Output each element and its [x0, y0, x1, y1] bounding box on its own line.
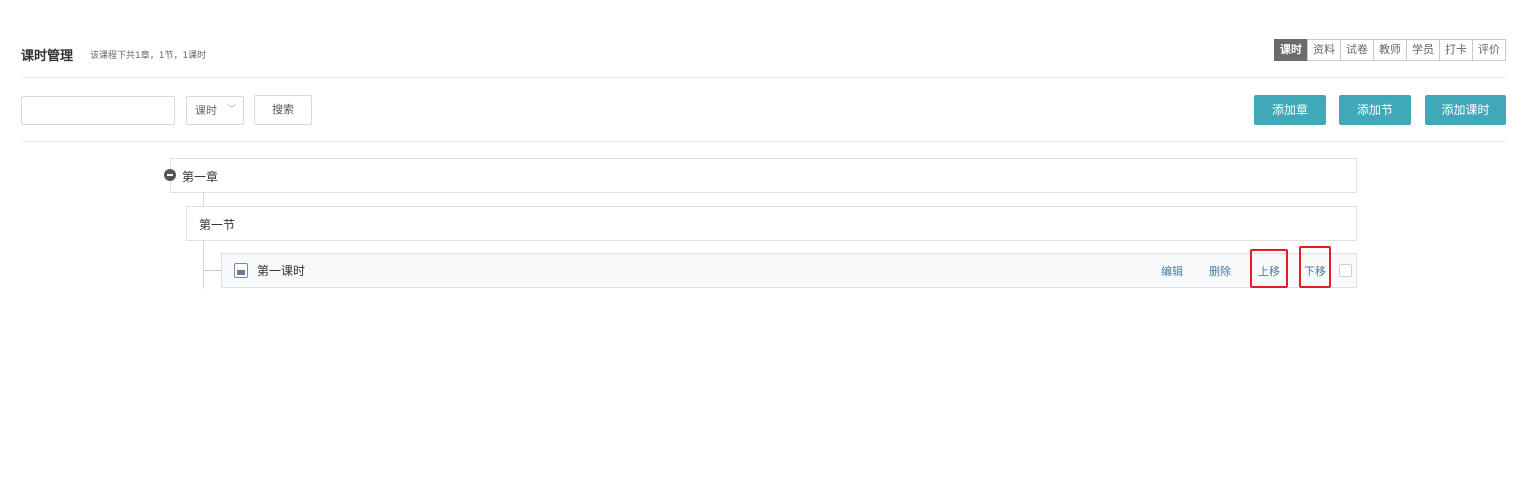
search-button[interactable]: 搜索	[254, 95, 312, 125]
tab-exams[interactable]: 试卷	[1340, 39, 1374, 61]
tab-students[interactable]: 学员	[1406, 39, 1440, 61]
chapter-row[interactable]	[170, 158, 1357, 193]
chapter-label: 第一章	[182, 170, 219, 184]
tree-branch-line	[203, 270, 221, 271]
type-select-value: 课时	[195, 104, 217, 117]
delete-link[interactable]: 删除	[1209, 263, 1231, 279]
tab-bar: 课时 资料 试卷 教师 学员 打卡 评价	[1274, 39, 1506, 61]
section-row[interactable]	[186, 206, 1357, 241]
section-label: 第一节	[199, 218, 236, 232]
tab-lessons[interactable]: 课时	[1274, 39, 1308, 61]
add-lesson-button[interactable]: 添加课时	[1425, 95, 1506, 125]
lesson-row[interactable]	[221, 253, 1357, 288]
tab-reviews[interactable]: 评价	[1472, 39, 1506, 61]
type-select[interactable]: 课时 ﹀	[186, 96, 244, 125]
lesson-label: 第一课时	[257, 264, 306, 278]
move-down-link[interactable]: 下移	[1304, 263, 1326, 279]
tab-materials[interactable]: 资料	[1307, 39, 1341, 61]
tab-teachers[interactable]: 教师	[1373, 39, 1407, 61]
chevron-down-icon: ﹀	[226, 105, 236, 115]
page-title: 课时管理	[21, 49, 74, 64]
course-summary: 该课程下共1章，1节，1课时	[90, 51, 207, 61]
tab-checkin[interactable]: 打卡	[1439, 39, 1473, 61]
edit-link[interactable]: 编辑	[1161, 263, 1183, 279]
add-section-button[interactable]: 添加节	[1339, 95, 1411, 125]
add-chapter-button[interactable]: 添加章	[1254, 95, 1326, 125]
header-divider	[21, 77, 1506, 78]
toolbar-divider	[21, 141, 1506, 142]
move-up-link[interactable]: 上移	[1258, 263, 1280, 279]
search-input[interactable]	[21, 96, 175, 125]
video-file-icon	[234, 263, 248, 278]
lesson-checkbox[interactable]	[1339, 264, 1352, 277]
collapse-minus-icon[interactable]	[164, 169, 176, 181]
page-header: 课时管理 该课程下共1章，1节，1课时 课时 资料 试卷 教师 学员 打卡 评价	[21, 39, 1506, 64]
